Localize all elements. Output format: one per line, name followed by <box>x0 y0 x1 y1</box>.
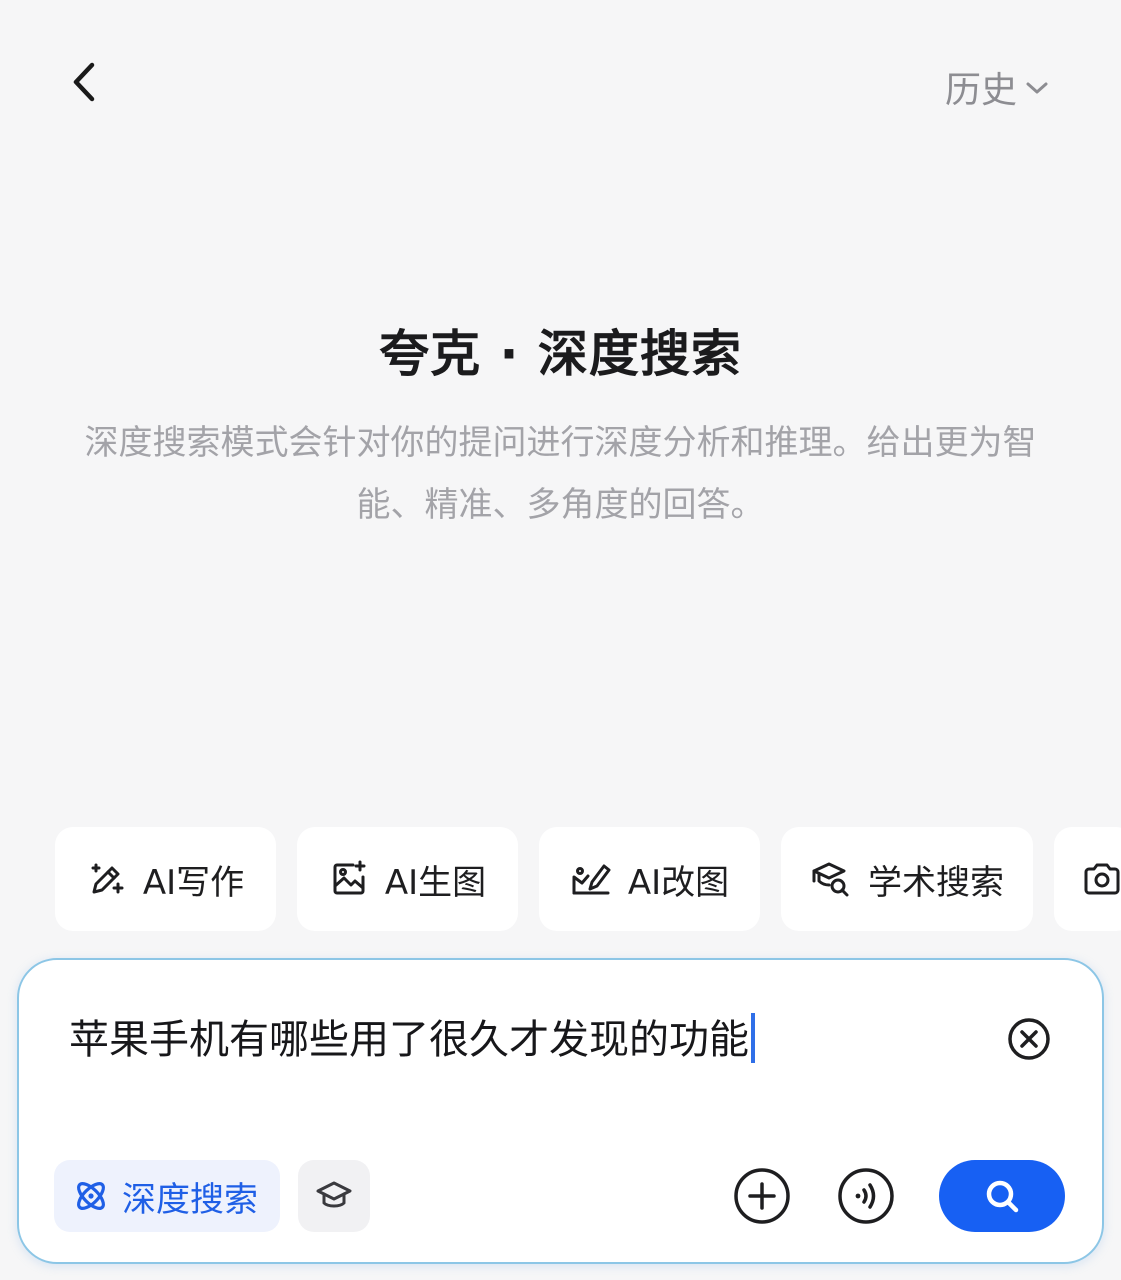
chip-label: AI改图 <box>627 862 730 903</box>
chip-label: AI写作 <box>142 862 245 903</box>
history-button[interactable]: 历史 <box>945 62 1049 112</box>
back-button[interactable] <box>62 58 106 106</box>
clear-circle-icon <box>1008 1018 1050 1060</box>
chip-ai-image-gen[interactable]: AI生图 <box>297 827 518 931</box>
image-edit-icon <box>572 864 611 895</box>
text-cursor <box>751 1013 755 1063</box>
chip-ai-writing[interactable]: AI写作 <box>55 827 276 931</box>
query-input[interactable]: 苹果手机有哪些用了很久才发现的功能 <box>69 1012 755 1068</box>
chevron-down-icon <box>1026 82 1048 94</box>
magic-pen-icon <box>91 863 124 894</box>
search-icon <box>986 1180 1019 1213</box>
query-value: 苹果手机有哪些用了很久才发现的功能 <box>69 1017 749 1063</box>
academic-toggle[interactable] <box>298 1160 370 1232</box>
chip-label: AI生图 <box>384 862 487 903</box>
image-sparkle-icon <box>333 860 366 895</box>
graduation-cap-icon <box>316 1181 352 1208</box>
voice-wave-icon <box>838 1168 894 1224</box>
chip-academic-search[interactable]: 学术搜索 <box>781 827 1033 931</box>
chevron-left-icon <box>73 62 95 102</box>
plus-circle-icon <box>734 1168 790 1224</box>
clear-button[interactable] <box>1006 1016 1052 1062</box>
page-title: 夸克 · 深度搜索 <box>379 325 742 383</box>
voice-button[interactable] <box>836 1166 896 1226</box>
hero-section: 夸克 · 深度搜索 深度搜索模式会针对你的提问进行深度分析和推理。给出更为智能、… <box>0 318 1121 536</box>
atom-icon <box>77 1182 105 1210</box>
history-label: 历史 <box>944 70 1017 111</box>
deep-search-label: 深度搜索 <box>122 1179 258 1220</box>
camera-icon <box>1084 863 1120 895</box>
scholar-search-icon <box>812 862 849 897</box>
feature-chip-row: AI写作 AI生图 AI改图 学术搜索 <box>55 827 1121 931</box>
query-input-card: 苹果手机有哪些用了很久才发现的功能 深度搜索 <box>17 958 1104 1264</box>
search-button[interactable] <box>939 1160 1065 1232</box>
chip-ai-image-edit[interactable]: AI改图 <box>539 827 760 931</box>
chip-camera[interactable] <box>1054 827 1121 931</box>
deep-search-toggle[interactable]: 深度搜索 <box>54 1160 280 1232</box>
page-description: 深度搜索模式会针对你的提问进行深度分析和推理。给出更为智能、精准、多角度的回答。 <box>84 423 1037 525</box>
add-button[interactable] <box>732 1166 792 1226</box>
chip-label: 学术搜索 <box>868 862 1004 903</box>
